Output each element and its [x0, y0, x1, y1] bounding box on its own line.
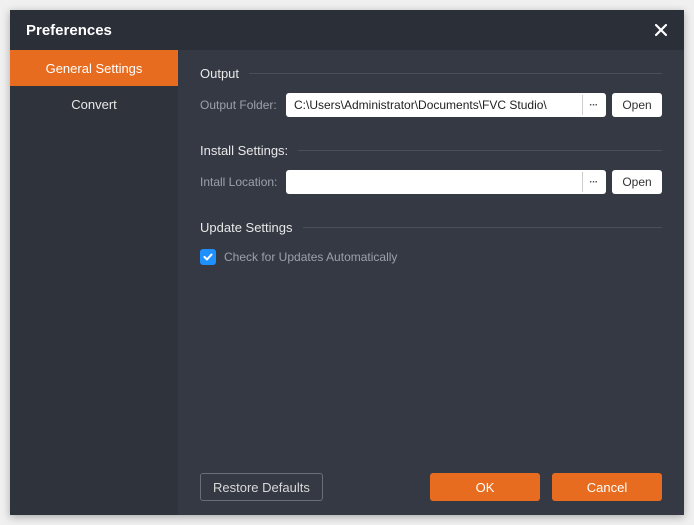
install-location-browse-button[interactable]: ···: [582, 172, 604, 192]
sidebar: General Settings Convert: [10, 50, 178, 515]
footer: Restore Defaults OK Cancel: [200, 473, 662, 501]
section-heading-output: Output: [200, 66, 662, 81]
main-panel: Output Output Folder: ··· Open Install S…: [178, 50, 684, 515]
output-folder-label: Output Folder:: [200, 98, 286, 112]
install-location-input[interactable]: [294, 175, 582, 189]
auto-update-checkbox[interactable]: [200, 249, 216, 265]
output-folder-open-button[interactable]: Open: [612, 93, 662, 117]
output-folder-row: Output Folder: ··· Open: [200, 93, 662, 117]
sidebar-item-label: General Settings: [46, 61, 143, 76]
ok-button[interactable]: OK: [430, 473, 540, 501]
install-location-input-wrap: ···: [286, 170, 606, 194]
output-folder-browse-button[interactable]: ···: [582, 95, 604, 115]
section-heading-update: Update Settings: [200, 220, 662, 235]
sidebar-item-convert[interactable]: Convert: [10, 86, 178, 122]
sidebar-item-general-settings[interactable]: General Settings: [10, 50, 178, 86]
section-heading-install: Install Settings:: [200, 143, 662, 158]
titlebar: Preferences: [10, 10, 684, 50]
close-icon[interactable]: [650, 19, 672, 41]
auto-update-row: Check for Updates Automatically: [200, 249, 662, 265]
cancel-button[interactable]: Cancel: [552, 473, 662, 501]
preferences-window: Preferences General Settings Convert Out…: [10, 10, 684, 515]
install-location-open-button[interactable]: Open: [612, 170, 662, 194]
output-folder-input-wrap: ···: [286, 93, 606, 117]
install-location-row: Intall Location: ··· Open: [200, 170, 662, 194]
output-folder-input[interactable]: [294, 98, 582, 112]
install-location-label: Intall Location:: [200, 175, 286, 189]
restore-defaults-button[interactable]: Restore Defaults: [200, 473, 323, 501]
window-body: General Settings Convert Output Output F…: [10, 50, 684, 515]
sidebar-item-label: Convert: [71, 97, 117, 112]
titlebar-title: Preferences: [26, 22, 112, 39]
auto-update-label: Check for Updates Automatically: [224, 250, 397, 264]
